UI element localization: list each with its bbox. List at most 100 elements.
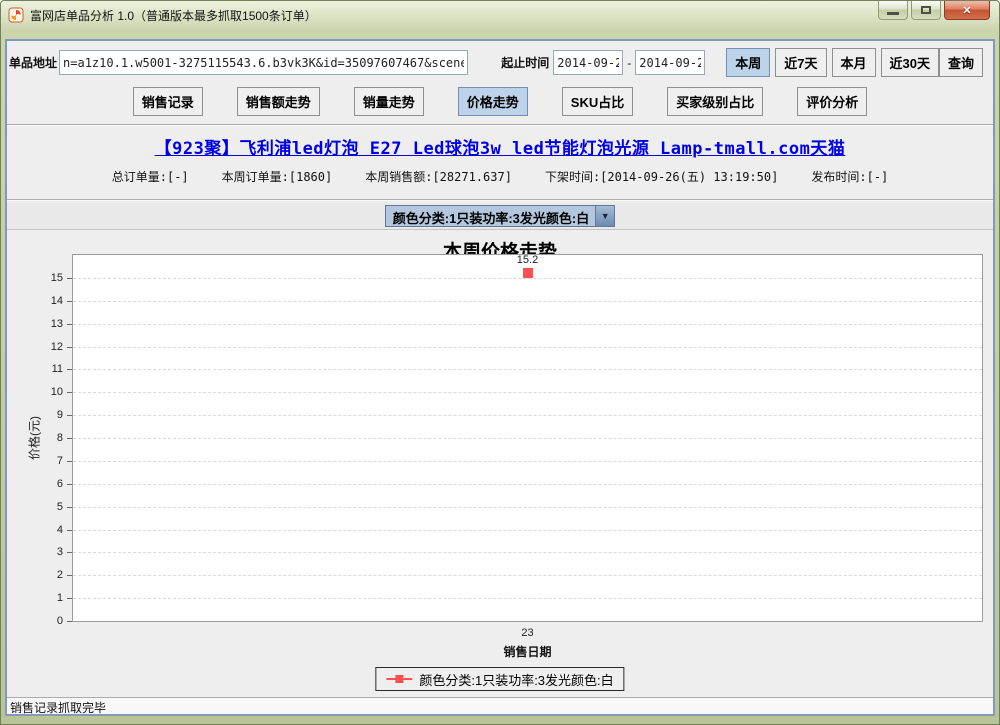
gridline [73, 552, 982, 553]
maximize-icon [921, 6, 931, 14]
app-icon [8, 7, 24, 23]
range-button-1[interactable]: 近7天 [775, 48, 826, 77]
date-separator: - [627, 56, 631, 70]
tab-1[interactable]: 销售额走势 [237, 87, 320, 116]
y-axis-label: 价格(元) [26, 416, 43, 460]
y-tick-mark [67, 369, 72, 370]
y-tick-mark [67, 392, 72, 393]
y-tick-mark [67, 415, 72, 416]
y-tick-label: 13 [41, 318, 63, 330]
y-tick-label: 3 [41, 546, 63, 558]
y-tick-label: 2 [41, 569, 63, 581]
tab-0[interactable]: 销售记录 [133, 87, 203, 116]
product-stat-1: 本周订单量:[1860] [222, 168, 333, 185]
window-controls: ✕ [878, 1, 990, 20]
toolbar: 单品地址 起止时间 - 本周近7天本月近30天 查询 [7, 41, 993, 79]
divider [7, 199, 993, 201]
tab-3[interactable]: 价格走势 [458, 87, 528, 116]
chart-plot-area: 15.2 [72, 254, 983, 622]
y-tick-mark [67, 575, 72, 576]
gridline [73, 301, 982, 302]
sku-combobox-value: 颜色分类:1只装功率:3发光颜色:白 [386, 206, 595, 226]
chart-legend: 颜色分类:1只装功率:3发光颜色:白 [375, 667, 624, 691]
y-tick-label: 12 [41, 341, 63, 353]
range-button-0[interactable]: 本周 [726, 48, 770, 77]
gridline [73, 598, 982, 599]
chevron-down-icon[interactable]: ▼ [595, 206, 614, 226]
url-label: 单品地址 [9, 54, 57, 71]
y-tick-label: 8 [41, 432, 63, 444]
y-tick-mark [67, 507, 72, 508]
y-tick-label: 5 [41, 501, 63, 513]
legend-series-marker [386, 674, 412, 684]
analysis-tabs: 销售记录 销售额走势 销量走势 价格走势 SKU占比 买家级别占比 评价分析 [7, 87, 993, 116]
y-tick-label: 4 [41, 524, 63, 536]
range-button-3[interactable]: 近30天 [881, 48, 939, 77]
x-axis-label: 销售日期 [72, 643, 983, 660]
y-tick-mark [67, 347, 72, 348]
main-panel: 单品地址 起止时间 - 本周近7天本月近30天 查询 销售记录 销售额走势 销量走势… [5, 39, 995, 716]
product-stats-row: 总订单量:[-] 本周订单量:[1860] 本周销售额:[28271.637] 下架时… [7, 168, 993, 185]
data-point-label: 15.2 [517, 254, 538, 266]
date-range-label: 起止时间 [501, 54, 549, 71]
product-stat-3: 下架时间:[2014-09-26(五) 13:19:50] [545, 168, 778, 185]
tab-5[interactable]: 买家级别占比 [667, 87, 763, 116]
legend-square-icon [395, 675, 403, 683]
product-stat-0: 总订单量:[-] [112, 168, 189, 185]
y-tick-mark [67, 301, 72, 302]
y-tick-mark [67, 552, 72, 553]
tab-2[interactable]: 销量走势 [354, 87, 424, 116]
close-icon: ✕ [962, 4, 971, 17]
y-tick-mark [67, 484, 72, 485]
y-tick-label: 0 [41, 615, 63, 627]
tab-4[interactable]: SKU占比 [562, 87, 633, 116]
gridline [73, 530, 982, 531]
gridline [73, 415, 982, 416]
y-tick-label: 14 [41, 295, 63, 307]
y-tick-mark [67, 438, 72, 439]
minimize-button[interactable] [878, 1, 908, 20]
maximize-button[interactable] [911, 1, 941, 20]
item-url-input[interactable] [59, 50, 468, 75]
window-title: 富网店单品分析 1.0（普通版本最多抓取1500条订单） [30, 7, 317, 24]
app-window: 富网店单品分析 1.0（普通版本最多抓取1500条订单） ✕ 单品地址 起止时间… [0, 0, 1000, 725]
y-tick-label: 11 [41, 363, 63, 375]
tab-6[interactable]: 评价分析 [797, 87, 867, 116]
gridline [73, 347, 982, 348]
gridline [73, 438, 982, 439]
date-to-input[interactable] [635, 50, 705, 75]
data-point-marker [523, 268, 533, 278]
y-tick-label: 10 [41, 386, 63, 398]
close-button[interactable]: ✕ [944, 1, 990, 20]
gridline [73, 507, 982, 508]
range-button-2[interactable]: 本月 [832, 48, 876, 77]
y-tick-mark [67, 461, 72, 462]
product-title-link[interactable]: 【923聚】飞利浦led灯泡 E27 Led球泡3w led节能灯泡光源 Lam… [7, 134, 993, 159]
product-stat-2: 本周销售额:[28271.637] [365, 168, 512, 185]
product-stat-4: 发布时间:[-] [811, 168, 888, 185]
query-button[interactable]: 查询 [939, 48, 983, 77]
y-tick-mark [67, 324, 72, 325]
y-tick-label: 6 [41, 478, 63, 490]
sku-combobox[interactable]: 颜色分类:1只装功率:3发光颜色:白 ▼ [385, 205, 615, 227]
date-range-buttons: 本周近7天本月近30天 [726, 48, 939, 77]
gridline [73, 392, 982, 393]
y-tick-mark [67, 621, 72, 622]
gridline [73, 461, 982, 462]
divider [7, 124, 993, 126]
y-tick-mark [67, 278, 72, 279]
status-bar: 销售记录抓取完毕 [7, 697, 993, 714]
y-tick-label: 1 [41, 592, 63, 604]
y-tick-label: 7 [41, 455, 63, 467]
x-axis-tick: 23 [72, 627, 983, 639]
date-from-input[interactable] [553, 50, 623, 75]
legend-series-label: 颜色分类:1只装功率:3发光颜色:白 [419, 670, 613, 689]
gridline [73, 575, 982, 576]
y-tick-label: 15 [41, 272, 63, 284]
gridline [73, 369, 982, 370]
y-tick-label: 9 [41, 409, 63, 421]
minimize-icon [887, 12, 899, 15]
gridline [73, 484, 982, 485]
gridline [73, 324, 982, 325]
sku-selector-row: 颜色分类:1只装功率:3发光颜色:白 ▼ [7, 203, 993, 230]
